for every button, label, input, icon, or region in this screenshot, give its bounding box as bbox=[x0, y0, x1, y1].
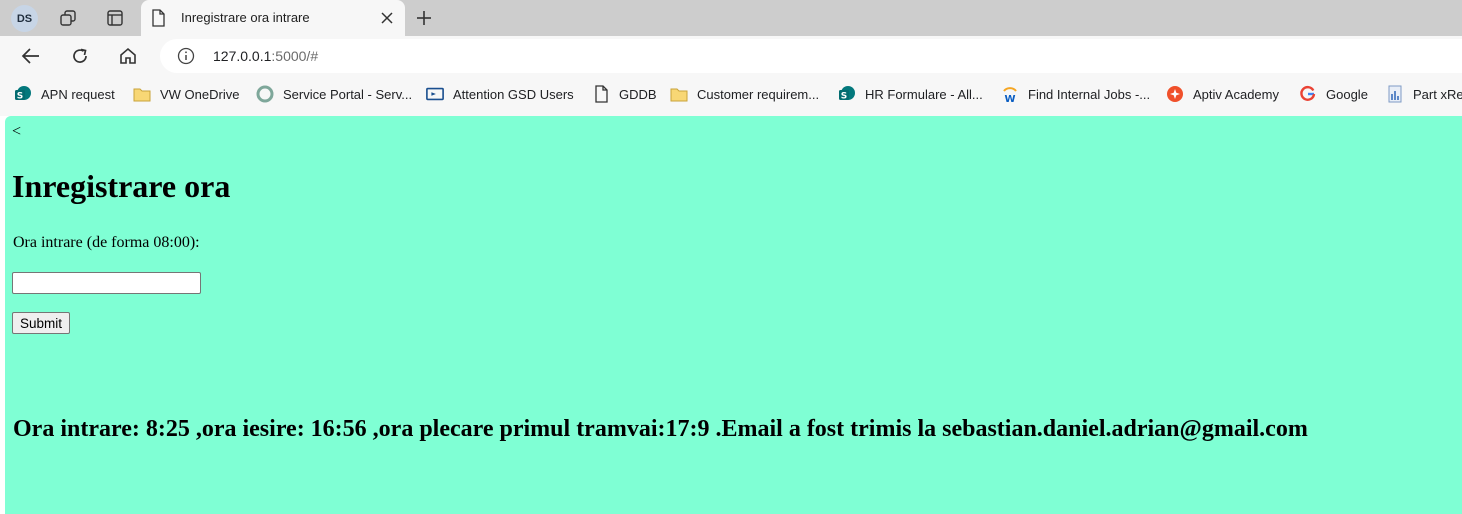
svg-text:S: S bbox=[841, 92, 847, 102]
active-tab[interactable]: Inregistrare ora intrare bbox=[141, 0, 405, 36]
result-message: Ora intrare: 8:25 ,ora iesire: 16:56 ,or… bbox=[13, 416, 1308, 442]
bookmark-label: Find Internal Jobs -... bbox=[1028, 86, 1151, 102]
back-link[interactable]: < bbox=[12, 123, 21, 141]
page-content: < Inregistrare ora Ora intrare (de forma… bbox=[5, 116, 1462, 514]
bookmark-google[interactable]: Google bbox=[1299, 84, 1368, 104]
sharepoint-icon: S bbox=[14, 85, 32, 103]
aptiv-academy-icon bbox=[1166, 85, 1184, 103]
new-tab-icon[interactable] bbox=[413, 7, 435, 29]
bookmark-find-internal-jobs[interactable]: W Find Internal Jobs -... bbox=[1001, 84, 1150, 104]
page-title: Inregistrare ora bbox=[12, 168, 231, 204]
svg-text:S: S bbox=[17, 92, 23, 102]
bookmark-label: APN request bbox=[41, 86, 115, 102]
site-info-icon[interactable] bbox=[177, 47, 195, 70]
bookmark-label: Google bbox=[1326, 86, 1368, 102]
url-host: 127.0.0.1 bbox=[213, 48, 272, 64]
bookmark-part-xref[interactable]: Part xRef bbox=[1386, 84, 1462, 104]
workday-icon: W bbox=[1001, 85, 1019, 103]
back-arrow-icon[interactable] bbox=[19, 44, 43, 68]
tab-actions-icon[interactable] bbox=[104, 7, 126, 29]
sharepoint-icon: S bbox=[838, 85, 856, 103]
browser-toolbar: 127.0.0.1:5000/# bbox=[0, 36, 1462, 76]
bookmarks-bar: S APN request VW OneDrive Service Portal… bbox=[0, 76, 1462, 116]
bookmark-gddb[interactable]: GDDB bbox=[592, 84, 657, 104]
tab-strip: DS Inregistrare ora intrare bbox=[0, 0, 1462, 36]
bookmark-service-portal[interactable]: Service Portal - Serv... bbox=[256, 84, 412, 104]
folder-icon bbox=[133, 85, 151, 103]
page-doc-icon bbox=[592, 85, 610, 103]
media-icon bbox=[426, 85, 444, 103]
bookmark-label: Service Portal - Serv... bbox=[283, 86, 413, 102]
bookmark-label: HR Formulare - All... bbox=[865, 86, 983, 102]
bookmark-attention-gsd[interactable]: Attention GSD Users bbox=[426, 84, 574, 104]
refresh-icon[interactable] bbox=[68, 44, 92, 68]
tab-title: Inregistrare ora intrare bbox=[181, 10, 310, 25]
bookmark-customer-requirements[interactable]: Customer requirem... bbox=[670, 84, 819, 104]
submit-button[interactable]: Submit bbox=[12, 312, 71, 334]
bookmark-label: Part xRef bbox=[1413, 86, 1462, 102]
bookmark-label: GDDB bbox=[619, 86, 657, 102]
bookmark-vw-onedrive[interactable]: VW OneDrive bbox=[133, 84, 239, 104]
bookmark-label: Aptiv Academy bbox=[1193, 86, 1279, 102]
bookmark-aptiv-academy[interactable]: Aptiv Academy bbox=[1166, 84, 1279, 104]
bookmark-label: VW OneDrive bbox=[160, 86, 240, 102]
folder-icon bbox=[670, 85, 688, 103]
bookmark-label: Attention GSD Users bbox=[453, 86, 574, 102]
bookmark-hr-formulare[interactable]: S HR Formulare - All... bbox=[838, 84, 983, 104]
url-path: :5000/# bbox=[271, 48, 319, 64]
google-icon bbox=[1299, 85, 1317, 103]
tab-close-icon[interactable] bbox=[377, 8, 397, 28]
collections-icon[interactable] bbox=[57, 7, 79, 29]
home-icon[interactable] bbox=[116, 44, 140, 68]
document-chart-icon bbox=[1386, 85, 1404, 103]
service-portal-icon bbox=[256, 85, 274, 103]
svg-text:W: W bbox=[1004, 94, 1015, 103]
bookmark-apn-request[interactable]: S APN request bbox=[14, 84, 115, 104]
entry-time-input[interactable] bbox=[12, 272, 201, 294]
address-bar[interactable]: 127.0.0.1:5000/# bbox=[160, 39, 1462, 73]
bookmark-label: Customer requirem... bbox=[697, 86, 820, 102]
entry-time-label: Ora intrare (de forma 08:00): bbox=[13, 234, 200, 251]
page-doc-icon bbox=[151, 9, 165, 32]
profile-avatar[interactable]: DS bbox=[11, 5, 38, 32]
address-url[interactable]: 127.0.0.1:5000/# bbox=[213, 48, 318, 64]
